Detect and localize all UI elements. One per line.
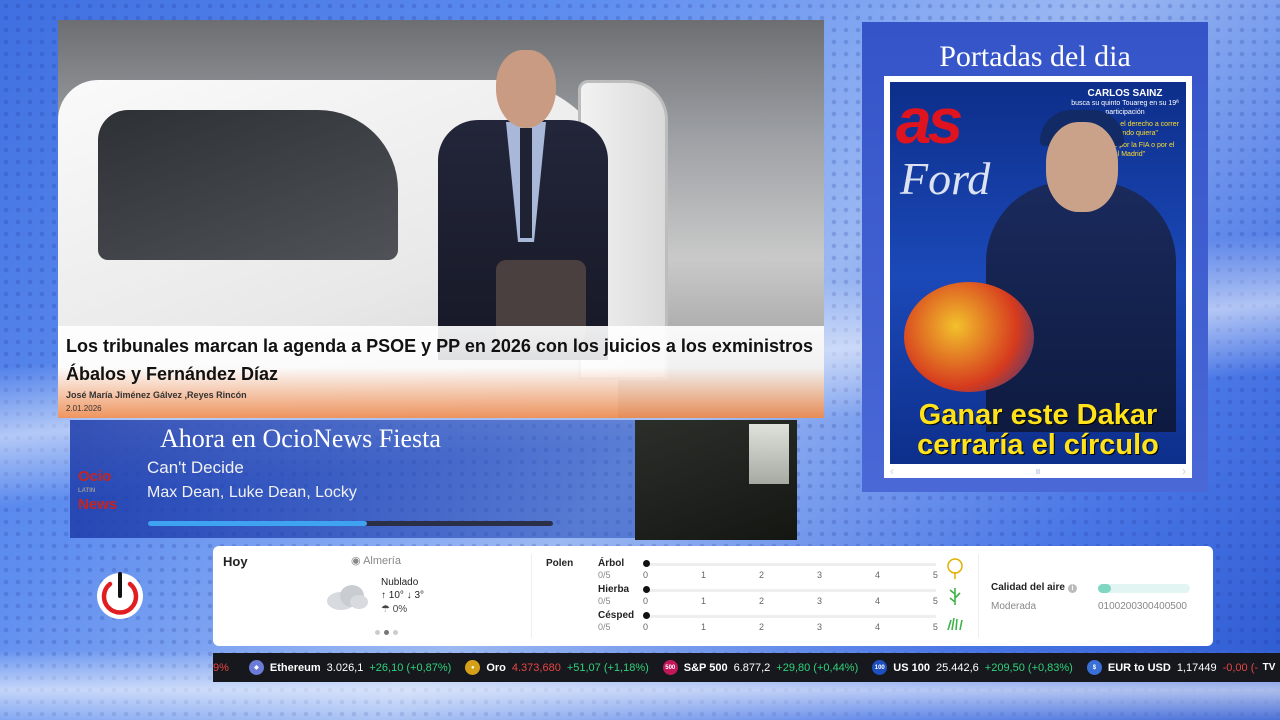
divider bbox=[531, 554, 532, 638]
pollen-row-lawn: Césped 0/5 012345 bbox=[598, 610, 963, 636]
herb-icon bbox=[949, 588, 961, 605]
news-date: 2.01.2026 bbox=[66, 404, 102, 413]
ethereum-icon: ◆ bbox=[248, 660, 264, 675]
news-byline: José María Jiménez Gálvez ,Reyes Rincón bbox=[66, 390, 247, 400]
portadas-title: Portadas del dia bbox=[939, 40, 1131, 73]
divider bbox=[978, 554, 979, 638]
cloud-icon bbox=[327, 585, 368, 610]
umbrella-icon: ☂ bbox=[381, 604, 390, 615]
ticker-item[interactable]: ● Oro 4.373,680 +51,07 (+1,18%) bbox=[465, 660, 649, 675]
now-playing-panel: Ahora en OcioNews Fiesta Ocio LATIN News… bbox=[70, 420, 635, 538]
weather-today-label: Hoy bbox=[223, 554, 248, 569]
news-card[interactable]: Los tribunales marcan la agenda a PSOE y… bbox=[58, 20, 824, 418]
ticker-item[interactable]: $ EUR to USD 1,17449 -0,00 (-0,07%) bbox=[1086, 660, 1280, 675]
song-title: Can't Decide bbox=[147, 458, 244, 477]
location-pin-icon: ◉ bbox=[351, 555, 361, 567]
person bbox=[438, 50, 608, 360]
chevron-left-icon[interactable]: ‹ bbox=[890, 464, 894, 478]
cover-nav: ‹ ⏸ › bbox=[884, 464, 1192, 478]
info-icon[interactable]: i bbox=[1067, 584, 1077, 593]
weather-condition: Nublado bbox=[381, 577, 419, 588]
sponsor-logo: Ford bbox=[900, 153, 991, 204]
newspaper-logo: as bbox=[896, 85, 963, 157]
pollen-label: Polen bbox=[546, 558, 574, 569]
ticker-item[interactable]: 100 US 100 25.442,6 +209,50 (+0,83%) bbox=[872, 660, 1073, 675]
driver-face bbox=[1046, 122, 1118, 212]
weather-rain: ☂ 0% bbox=[381, 604, 408, 615]
air-quality-scale: 0100200300400500 bbox=[1098, 601, 1187, 612]
market-ticker: 9% ◆ Ethereum 3.026,1 +26,10 (+0,87%) ● … bbox=[213, 653, 1280, 682]
gold-icon: ● bbox=[465, 660, 481, 675]
window bbox=[749, 424, 789, 484]
weather-widget: Hoy ◉ Almería Nublado ↑ 10° ↓ 3° ☂ 0% Po… bbox=[213, 546, 1213, 646]
weather-temperature: ↑ 10° ↓ 3° bbox=[381, 590, 425, 601]
car-window bbox=[98, 110, 398, 260]
ticker-item[interactable]: ◆ Ethereum 3.026,1 +26,10 (+0,87%) bbox=[248, 660, 451, 675]
weather-location[interactable]: ◉ Almería bbox=[351, 554, 401, 567]
pollen-scale: 012345 bbox=[643, 622, 938, 632]
pollen-scale: 012345 bbox=[643, 596, 938, 606]
pollen-row-tree: Árbol 0/5 012345 bbox=[598, 558, 963, 584]
player-title: Ahora en OcioNews Fiesta bbox=[160, 424, 441, 453]
news-caption: Los tribunales marcan la agenda a PSOE y… bbox=[58, 326, 824, 418]
carousel-dots[interactable] bbox=[375, 630, 398, 635]
pollen-scale: 012345 bbox=[643, 570, 938, 580]
cover-headline: Ganar este Dakar cerraría el círculo bbox=[917, 399, 1159, 461]
ticker-item[interactable]: 500 S&P 500 6.877,2 +29,80 (+0,44%) bbox=[662, 660, 858, 675]
pause-icon[interactable]: ⏸ bbox=[1035, 464, 1041, 479]
power-icon[interactable] bbox=[94, 570, 146, 622]
air-quality-label: Calidad del aire i bbox=[991, 582, 1077, 593]
progress-fill bbox=[148, 520, 367, 526]
newspaper-cover[interactable]: as Ford CARLOS SAINZ busca su quinto Tou… bbox=[884, 76, 1192, 478]
station-logo: Ocio LATIN News bbox=[78, 468, 118, 513]
song-artist: Max Dean, Luke Dean, Locky bbox=[147, 484, 357, 501]
eurusd-icon: $ bbox=[1086, 660, 1102, 675]
tradingview-logo[interactable]: TV bbox=[1258, 653, 1280, 682]
air-quality-bar bbox=[1098, 584, 1190, 593]
tree-icon bbox=[947, 558, 963, 579]
cover-person-name: CARLOS SAINZ bbox=[1087, 88, 1163, 99]
air-quality-status: Moderada bbox=[991, 601, 1037, 612]
pollen-row-grass: Hierba 0/5 012345 bbox=[598, 584, 961, 610]
progress-bar[interactable] bbox=[148, 516, 553, 530]
portadas-panel: Portadas del dia as Ford CARLOS SAINZ bu… bbox=[862, 22, 1208, 492]
video-thumbnail[interactable] bbox=[635, 420, 797, 540]
ticker-item[interactable]: 9% bbox=[213, 662, 235, 674]
us100-icon: 100 bbox=[872, 660, 888, 675]
sp500-icon: 500 bbox=[662, 660, 678, 675]
grass-icon bbox=[947, 617, 963, 631]
helmet bbox=[904, 282, 1034, 392]
news-headline[interactable]: Los tribunales marcan la agenda a PSOE y… bbox=[66, 332, 816, 388]
chevron-right-icon[interactable]: › bbox=[1182, 464, 1186, 478]
